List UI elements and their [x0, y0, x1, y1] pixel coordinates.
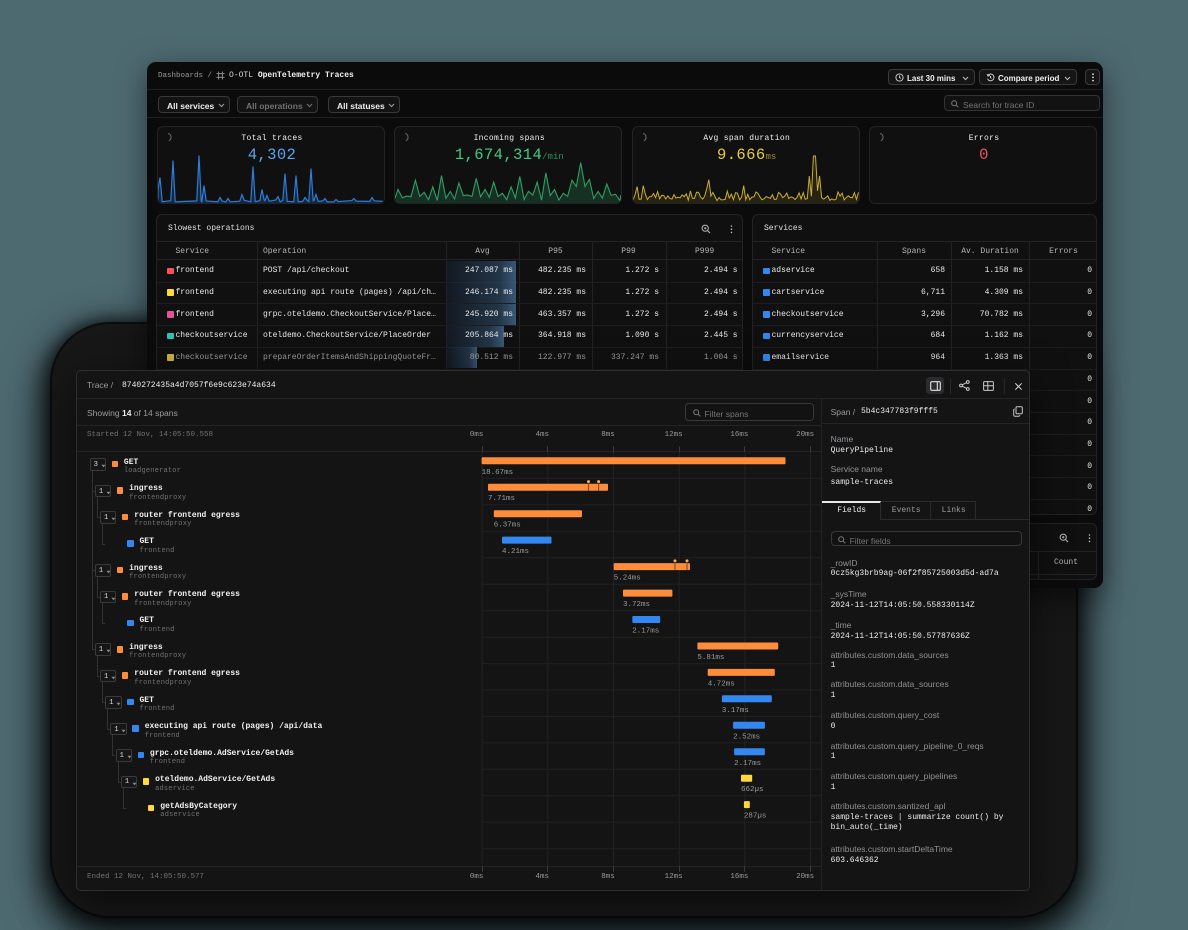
- svg-text:287µs: 287µs: [744, 812, 767, 820]
- svg-text:4.72ms: 4.72ms: [708, 680, 735, 688]
- svg-text:5.24ms: 5.24ms: [614, 574, 641, 582]
- svg-text:18.67ms: 18.67ms: [482, 468, 514, 476]
- svg-text:3.72ms: 3.72ms: [623, 601, 650, 609]
- svg-text:2.17ms: 2.17ms: [734, 759, 761, 767]
- svg-text:2.52ms: 2.52ms: [733, 733, 760, 741]
- svg-text:7.71ms: 7.71ms: [488, 495, 515, 503]
- svg-text:6.37ms: 6.37ms: [494, 521, 521, 529]
- svg-text:662µs: 662µs: [741, 786, 764, 794]
- svg-text:2.17ms: 2.17ms: [632, 627, 659, 635]
- svg-text:4.21ms: 4.21ms: [502, 548, 529, 556]
- svg-text:3.17ms: 3.17ms: [722, 706, 749, 714]
- svg-text:5.81ms: 5.81ms: [697, 654, 724, 662]
